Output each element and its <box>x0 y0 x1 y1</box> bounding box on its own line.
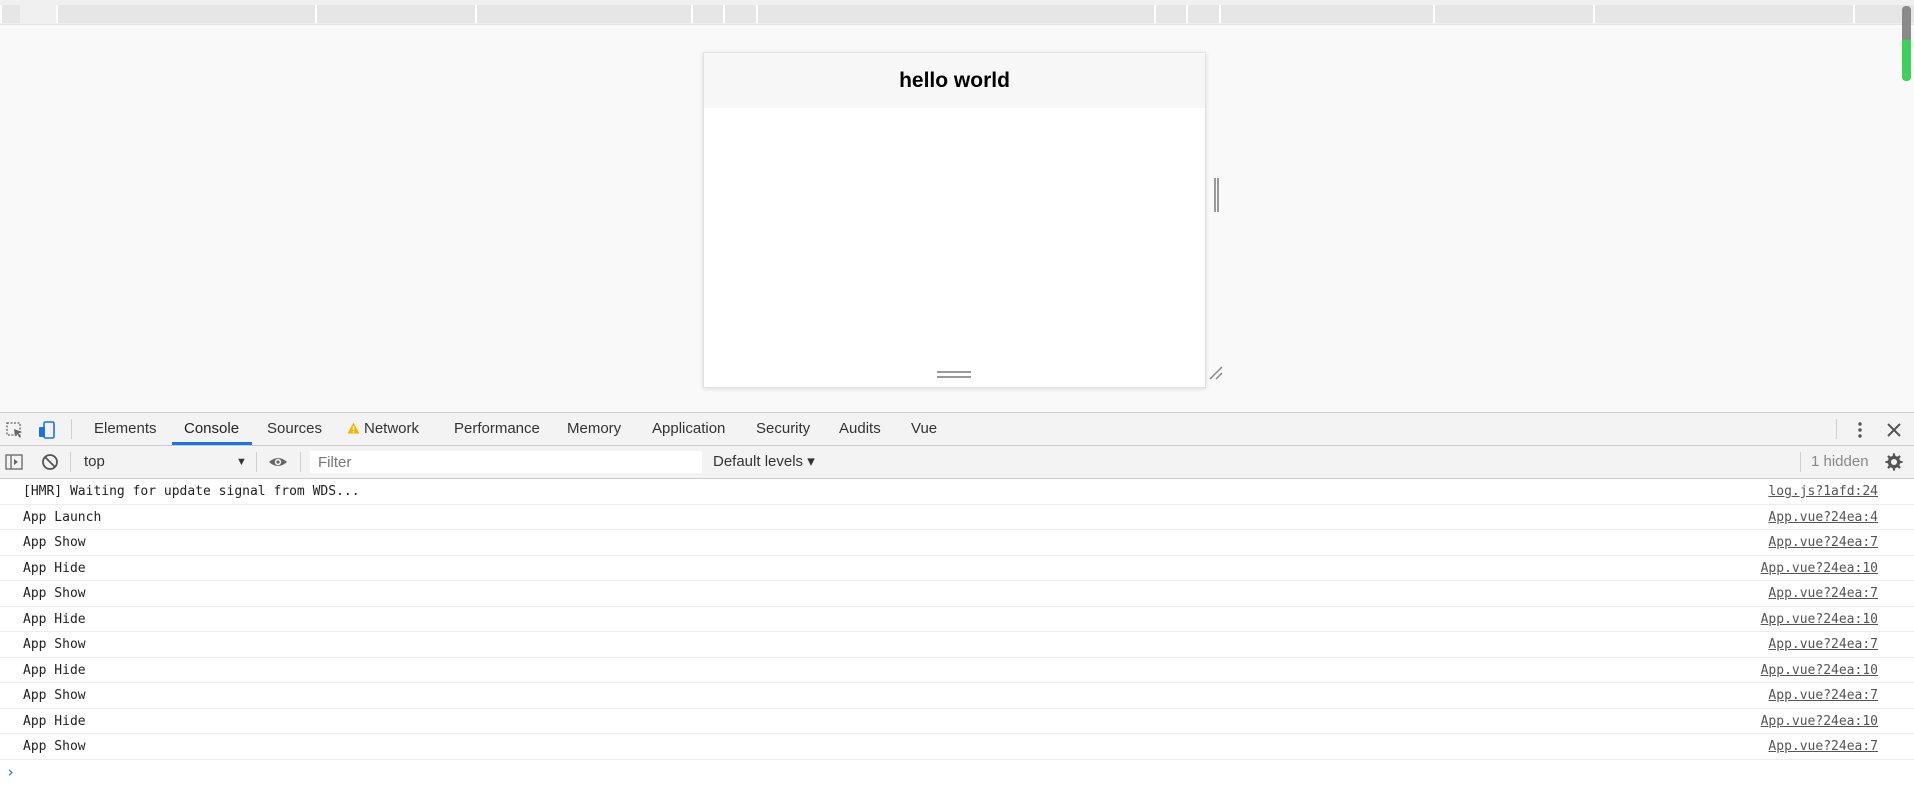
ruler-segment[interactable] <box>475 5 691 23</box>
console-prompt-row[interactable]: › <box>0 760 1914 786</box>
console-message-text: App Hide <box>23 611 86 627</box>
source-link[interactable]: App.vue?24ea:4 <box>1768 510 1878 525</box>
tab-security[interactable]: Security <box>756 413 810 445</box>
console-prompt-chevron-icon: › <box>6 762 16 781</box>
source-link[interactable]: App.vue?24ea:7 <box>1768 739 1878 754</box>
live-expression-eye-icon[interactable] <box>268 452 288 472</box>
console-message: App Show App.vue?24ea:7 <box>0 734 1914 760</box>
toolbar-divider <box>256 452 257 472</box>
console-message: App Hide App.vue?24ea:10 <box>0 658 1914 683</box>
toolbar-divider <box>70 452 71 472</box>
ruler-segment[interactable] <box>56 5 315 23</box>
show-sidebar-icon[interactable] <box>4 452 24 472</box>
console-message-text: App Hide <box>23 662 86 678</box>
console-message-text: App Show <box>23 688 86 703</box>
console-settings-gear-icon[interactable] <box>1884 452 1904 472</box>
console-message: App Show App.vue?24ea:7 <box>0 530 1914 556</box>
console-message-text: App Show <box>23 586 86 601</box>
close-icon[interactable] <box>1884 420 1904 440</box>
scroll-indicator <box>1902 6 1911 81</box>
resize-handle-bottom[interactable] <box>937 371 971 378</box>
tab-memory[interactable]: Memory <box>567 413 621 445</box>
console-message: [HMR] Waiting for update signal from WDS… <box>0 479 1914 505</box>
filter-input[interactable] <box>310 451 702 473</box>
log-levels-dropdown[interactable]: Default levels ▾ <box>713 452 815 472</box>
more-options-icon[interactable] <box>1850 420 1870 440</box>
toolbar-divider <box>300 452 301 472</box>
console-message-text: App Show <box>23 535 86 550</box>
console-message-text: App Hide <box>23 713 86 729</box>
tab-console[interactable]: Console <box>184 413 239 445</box>
tab-application[interactable]: Application <box>652 413 725 445</box>
page-nav-bar: hello world <box>704 53 1205 108</box>
source-link[interactable]: App.vue?24ea:10 <box>1761 612 1878 627</box>
console-toolbar: top ▼ Default levels ▾ 1 hidden <box>0 446 1914 479</box>
ruler-segment[interactable] <box>315 5 475 23</box>
toolbar-divider <box>71 419 72 439</box>
console-message-text: App Hide <box>23 560 86 576</box>
source-link[interactable]: App.vue?24ea:10 <box>1761 561 1878 576</box>
ruler-segment[interactable] <box>1433 5 1593 23</box>
warning-icon <box>347 422 360 434</box>
device-toolbar-icon[interactable] <box>37 420 57 440</box>
toolbar-divider <box>1800 452 1801 472</box>
page-title: hello world <box>899 68 1010 92</box>
tab-network-label: Network <box>364 420 420 437</box>
media-query-ruler <box>0 0 1914 25</box>
dropdown-arrow-icon: ▼ <box>236 456 247 468</box>
tab-performance[interactable]: Performance <box>454 413 540 445</box>
source-link[interactable]: log.js?1afd:24 <box>1768 484 1878 499</box>
clear-console-icon[interactable] <box>40 452 60 472</box>
device-frame: hello world <box>703 52 1206 388</box>
console-message-text: App Show <box>23 739 86 754</box>
ruler-segment[interactable] <box>756 5 1154 23</box>
ruler-segment[interactable] <box>0 5 20 23</box>
inspect-element-icon[interactable] <box>5 420 25 440</box>
ruler-segment[interactable] <box>1186 5 1219 23</box>
tab-vue[interactable]: Vue <box>911 413 937 445</box>
console-message: App Launch App.vue?24ea:4 <box>0 505 1914 530</box>
ruler-segment[interactable] <box>691 5 723 23</box>
tab-network[interactable]: Network <box>347 413 419 445</box>
console-message-text: App Launch <box>23 509 102 525</box>
active-tab-indicator <box>172 442 252 445</box>
console-message-list: [HMR] Waiting for update signal from WDS… <box>0 479 1914 786</box>
console-message: App Hide App.vue?24ea:10 <box>0 709 1914 734</box>
page-content <box>704 108 1205 386</box>
console-message: App Show App.vue?24ea:7 <box>0 581 1914 607</box>
ruler-segment[interactable] <box>1593 5 1853 23</box>
source-link[interactable]: App.vue?24ea:7 <box>1768 637 1878 652</box>
tab-elements[interactable]: Elements <box>94 413 157 445</box>
tab-audits[interactable]: Audits <box>839 413 881 445</box>
resize-corner-icon[interactable] <box>1208 365 1224 381</box>
tab-sources[interactable]: Sources <box>267 413 322 445</box>
devtools-tab-bar: Elements Console Sources Network Perform… <box>0 413 1914 446</box>
source-link[interactable]: App.vue?24ea:10 <box>1761 663 1878 678</box>
source-link[interactable]: App.vue?24ea:7 <box>1768 688 1878 703</box>
ruler-segment[interactable] <box>1154 5 1186 23</box>
context-selector[interactable]: top <box>76 452 246 472</box>
source-link[interactable]: App.vue?24ea:10 <box>1761 714 1878 729</box>
console-message-text: App Show <box>23 637 86 652</box>
emulated-viewport: hello world <box>0 25 1914 412</box>
console-message: App Show App.vue?24ea:7 <box>0 683 1914 709</box>
resize-handle-right[interactable] <box>1214 178 1219 212</box>
hidden-messages-count: 1 hidden <box>1811 453 1869 470</box>
ruler-segment[interactable] <box>723 5 756 23</box>
console-message: App Hide App.vue?24ea:10 <box>0 556 1914 581</box>
ruler-segment[interactable] <box>1219 5 1433 23</box>
devtools-panel: Elements Console Sources Network Perform… <box>0 412 1914 796</box>
toolbar-divider <box>1836 419 1837 439</box>
source-link[interactable]: App.vue?24ea:7 <box>1768 535 1878 550</box>
console-message-text: [HMR] Waiting for update signal from WDS… <box>23 484 360 499</box>
console-message: App Hide App.vue?24ea:10 <box>0 607 1914 632</box>
source-link[interactable]: App.vue?24ea:7 <box>1768 586 1878 601</box>
console-message: App Show App.vue?24ea:7 <box>0 632 1914 658</box>
